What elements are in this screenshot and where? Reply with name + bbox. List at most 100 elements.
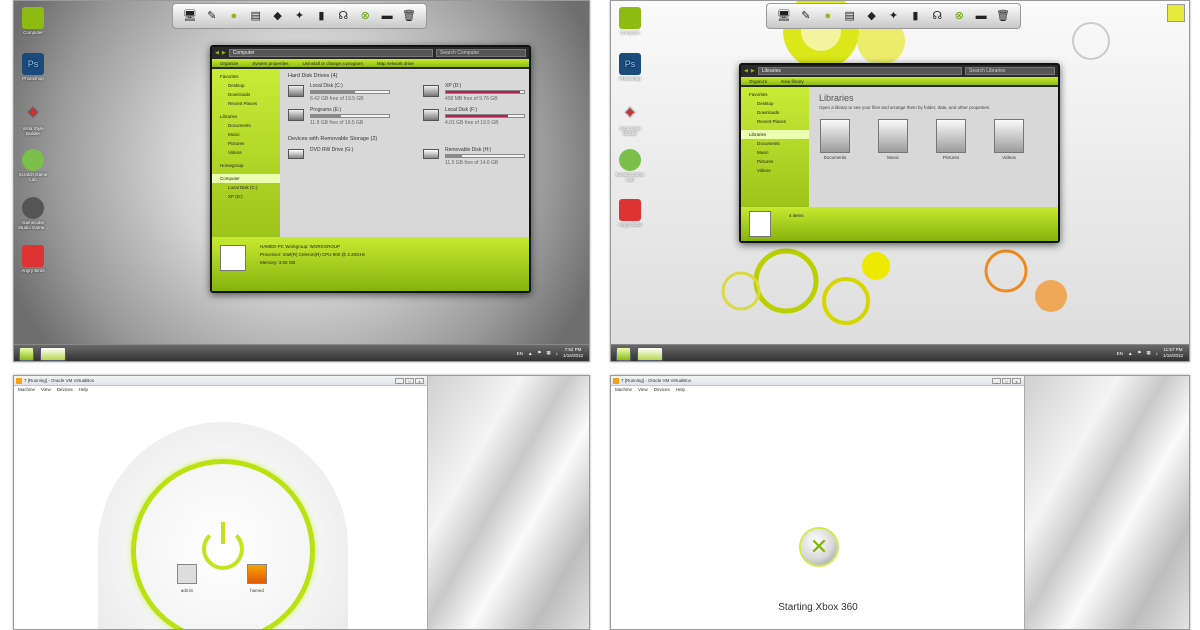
nav-downloads[interactable]: Downloads [212,90,280,99]
maximize-button[interactable]: □ [1002,378,1011,384]
close-button[interactable]: x [1012,378,1021,384]
desktop-icon-angry-birds[interactable]: Angry Birds [613,199,647,227]
xbox-icon[interactable]: ⊗ [951,8,967,24]
ink-icon[interactable]: ◆ [864,8,880,24]
cmd-uninstall[interactable]: Uninstall or change a program [303,61,363,66]
nav-desktop[interactable]: Desktop [741,99,809,108]
nav-homegroup[interactable]: Homegroup [212,161,280,170]
nav-xp-d[interactable]: XP (D:) [212,192,280,201]
desktop-icon-photoshop[interactable]: Ps Photoshop [613,53,647,81]
desktop-icon-gamecube[interactable]: Gamecube Studio Game... [16,197,50,230]
tray-arrow-icon[interactable]: ▲ [528,351,532,356]
menu-machine[interactable]: Machine [615,386,632,394]
nav-music[interactable]: Music [741,148,809,157]
trash-icon[interactable]: 🗑 [995,8,1011,24]
nav-libraries[interactable]: Libraries [212,112,280,121]
search-input[interactable]: Search Libraries [965,67,1055,75]
desktop-icon-vista-builder[interactable]: ✦ Vista Style Builder [16,103,50,136]
nav-documents[interactable]: Documents [212,121,280,130]
minimize-button[interactable]: _ [395,378,404,384]
taskbar-explorer-button[interactable] [637,347,663,361]
library-videos[interactable]: Videos [989,119,1029,160]
menu-help[interactable]: Help [676,386,685,394]
pen-icon[interactable]: ✎ [798,8,814,24]
desktop-icon-game-lab[interactable]: Scratch Game Lab [613,149,647,182]
nav-pictures[interactable]: Pictures [212,139,280,148]
paint-icon[interactable]: ✦ [885,8,901,24]
network-icon[interactable]: ▦ [546,350,550,356]
usb-icon[interactable]: ▮ [907,8,923,24]
menu-view[interactable]: View [41,386,51,394]
menu-devices[interactable]: Devices [57,386,73,394]
taskbar-explorer-button[interactable] [40,347,66,361]
ink-icon[interactable]: ◆ [270,8,286,24]
desktop-icon-computer[interactable]: Computer [16,7,50,35]
nav-local-c[interactable]: Local Disk (C:) [212,183,280,192]
forward-icon[interactable]: ▶ [222,50,226,56]
start-button[interactable] [616,347,631,361]
cmd-organize[interactable]: Organize [220,61,238,66]
nav-videos[interactable]: Videos [741,166,809,175]
nav-recent[interactable]: Recent Places [741,117,809,126]
library-music[interactable]: Music [873,119,913,160]
tray-arrow-icon[interactable]: ▲ [1128,351,1132,356]
library-pictures[interactable]: Pictures [931,119,971,160]
cmd-map-drive[interactable]: Map network drive [377,61,414,66]
nav-computer[interactable]: Computer [212,174,280,183]
removable-tile[interactable]: DVD RW Drive (G:) [288,147,413,167]
language-indicator[interactable]: EN [1117,351,1123,356]
clock[interactable]: 11:57 PM 1/16/2012 [1163,347,1183,359]
desktop-icon-photoshop[interactable]: Ps Photoshop [16,53,50,81]
nav-videos[interactable]: Videos [212,148,280,157]
globe-icon[interactable]: ● [820,8,836,24]
flag-icon[interactable]: ⚑ [537,350,541,356]
desktop-icon-angry-birds[interactable]: Angry Birds [16,245,50,273]
menu-view[interactable]: View [638,386,648,394]
headset-icon[interactable]: ☊ [335,8,351,24]
nav-downloads[interactable]: Downloads [741,108,809,117]
volume-icon[interactable]: ♪ [556,351,558,356]
volume-icon[interactable]: ♪ [1156,351,1158,356]
language-indicator[interactable]: EN [517,351,523,356]
drive-tile[interactable]: Programs (E:) 11.8 GB free of 19.5 GB [288,107,413,127]
nav-recent[interactable]: Recent Places [212,99,280,108]
close-button[interactable]: x [415,378,424,384]
nav-music[interactable]: Music [212,130,280,139]
gadget-icon[interactable] [1167,4,1185,22]
globe-icon[interactable]: ● [226,8,242,24]
network-icon[interactable]: ▦ [1146,350,1150,356]
computer-icon[interactable]: 🖥 [776,8,792,24]
drive-tile[interactable]: XP (D:) 498 MB free of 9.76 GB [423,83,548,103]
forward-icon[interactable]: ▶ [751,68,755,74]
desktop-icon-vista-builder[interactable]: ✦ Vista Style Builder [613,103,647,136]
battery-icon[interactable]: ▬ [379,8,395,24]
search-input[interactable]: Search Computer [436,49,526,57]
clock[interactable]: 7:52 PM 1/16/2012 [563,347,583,359]
battery-icon[interactable]: ▬ [973,8,989,24]
removable-tile[interactable]: Removable Disk (H:) 11.5 GB free of 14.6 … [423,147,548,167]
document-icon[interactable]: ▤ [842,8,858,24]
pen-icon[interactable]: ✎ [204,8,220,24]
address-field[interactable]: Computer [228,49,433,57]
cmd-system-properties[interactable]: System properties [252,61,288,66]
document-icon[interactable]: ▤ [248,8,264,24]
minimize-button[interactable]: _ [992,378,1001,384]
maximize-button[interactable]: □ [405,378,414,384]
menu-machine[interactable]: Machine [18,386,35,394]
paint-icon[interactable]: ✦ [291,8,307,24]
cmd-organize[interactable]: Organize [749,79,767,84]
start-button[interactable] [19,347,34,361]
trash-icon[interactable]: 🗑 [401,8,417,24]
xbox-icon[interactable]: ⊗ [357,8,373,24]
menu-devices[interactable]: Devices [654,386,670,394]
flag-icon[interactable]: ⚑ [1137,350,1141,356]
cmd-new-library[interactable]: New library [781,79,804,84]
usb-icon[interactable]: ▮ [313,8,329,24]
nav-favorites[interactable]: Favorites [741,90,809,99]
user-hamed[interactable]: hamed [244,564,270,593]
desktop-icon-computer[interactable]: Computer [613,7,647,35]
drive-tile[interactable]: Local Disk (C:) 8.42 GB free of 19.5 GB [288,83,413,103]
library-documents[interactable]: Documents [815,119,855,160]
nav-desktop[interactable]: Desktop [212,81,280,90]
nav-libraries[interactable]: Libraries [741,130,809,139]
